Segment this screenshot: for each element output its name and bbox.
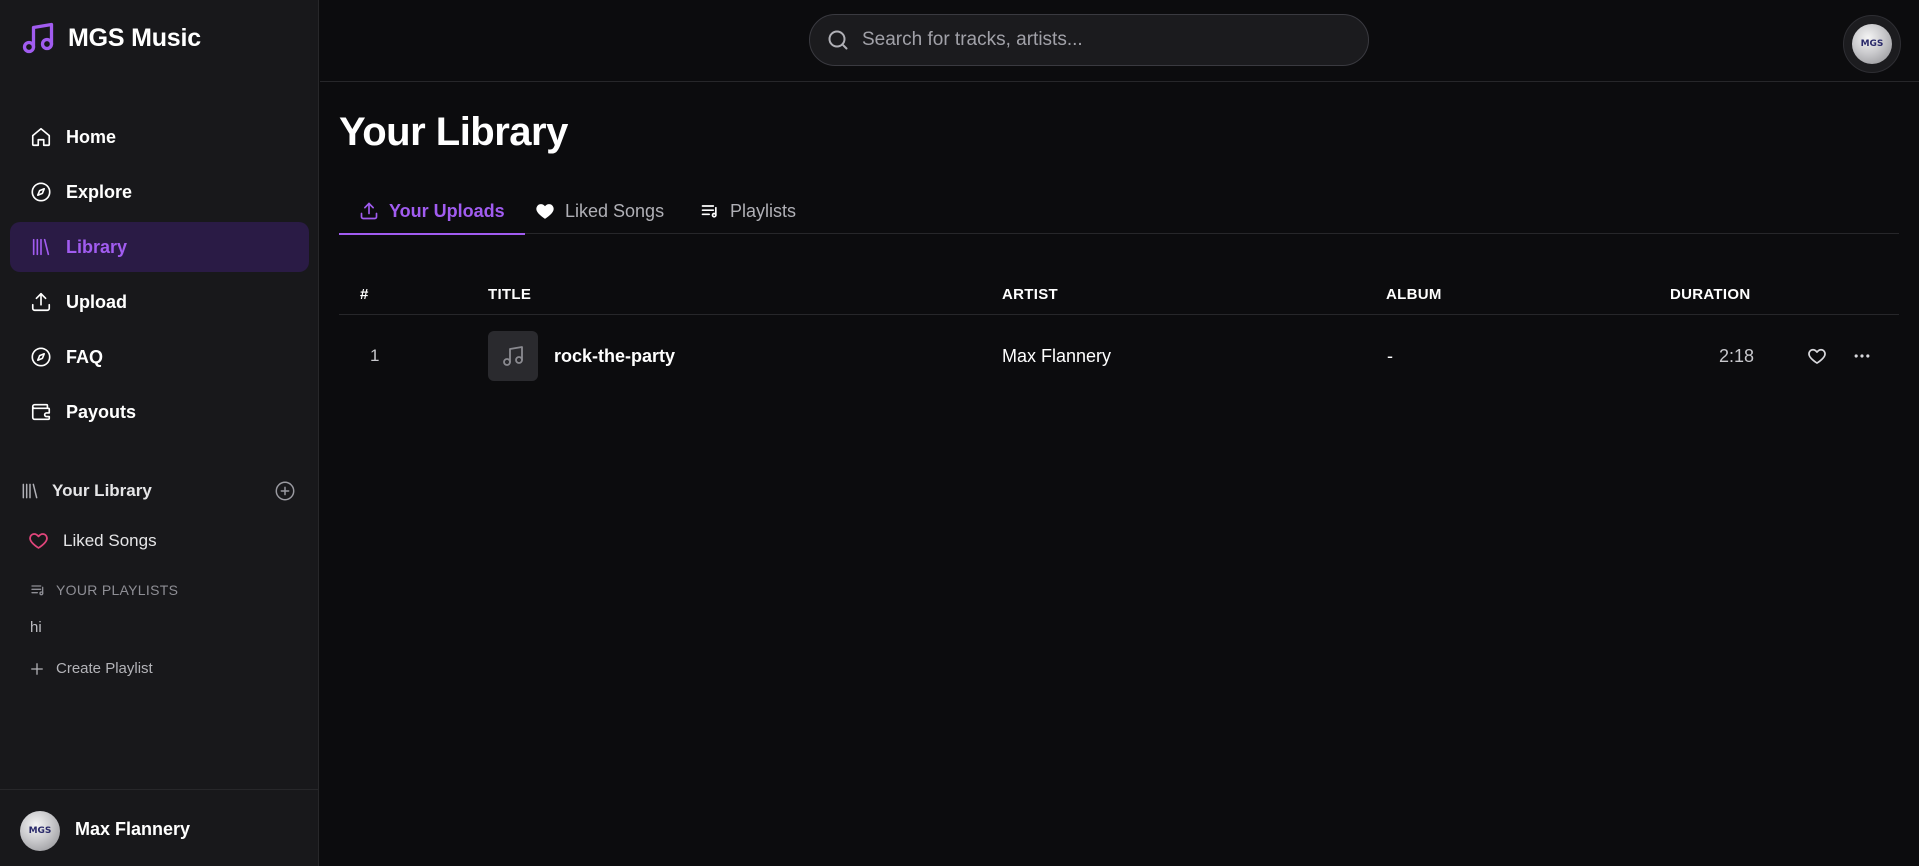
avatar-logo-text: MGS (28, 826, 52, 836)
library-icon (30, 236, 52, 258)
add-circle-icon[interactable] (274, 480, 296, 502)
nav-item-label: Payouts (66, 401, 137, 422)
playlist-icon (700, 201, 720, 221)
avatar: MGS (1852, 24, 1892, 64)
table-header: # TITLE ARTIST ALBUM DURATION (339, 276, 1899, 315)
nav-item-explore[interactable]: Explore (10, 167, 309, 217)
nav-item-upload[interactable]: Upload (10, 277, 309, 327)
home-icon (30, 126, 52, 148)
ellipsis-icon (1852, 346, 1872, 366)
like-button[interactable] (1807, 315, 1827, 397)
heart-icon (1807, 346, 1827, 366)
user-profile-footer[interactable]: MGS Max Flannery (0, 789, 319, 866)
track-album: - (1387, 345, 1393, 366)
nav-item-label: FAQ (66, 346, 104, 367)
library-icon (20, 481, 40, 501)
compass-icon (30, 181, 52, 203)
nav-item-label: Home (66, 126, 117, 147)
search-bar[interactable] (809, 14, 1369, 66)
header-artist: ARTIST (1002, 286, 1058, 303)
track-duration: 2:18 (1719, 345, 1755, 366)
wallet-icon (30, 401, 52, 423)
nav-item-label: Explore (66, 181, 133, 202)
upload-icon (30, 291, 52, 313)
header-title: TITLE (488, 286, 532, 303)
app-logo[interactable]: MGS Music (20, 20, 201, 56)
compass-icon (30, 346, 52, 368)
search-input[interactable] (862, 29, 1332, 51)
track-number: 1 (370, 346, 380, 365)
profile-menu-button[interactable]: MGS (1843, 15, 1901, 73)
track-artist[interactable]: Max Flannery (1002, 346, 1111, 367)
user-name: Max Flannery (75, 819, 191, 839)
tab-playlists[interactable]: Playlists (700, 188, 796, 234)
tracks-table: # TITLE ARTIST ALBUM DURATION 1 rock-the… (339, 276, 1899, 397)
app-title: MGS Music (68, 23, 201, 52)
liked-songs-label: Liked Songs (63, 530, 157, 550)
create-playlist-label: Create Playlist (56, 660, 153, 677)
search-icon (826, 28, 850, 52)
sidebar: MGS Music Home Explore Library Upload FA… (0, 0, 319, 866)
heart-icon (535, 201, 555, 221)
tab-label: Your Uploads (389, 200, 505, 221)
create-playlist-button[interactable]: Create Playlist (30, 660, 153, 677)
header-duration: DURATION (1670, 286, 1751, 303)
tab-label: Liked Songs (565, 200, 665, 221)
tab-your-uploads[interactable]: Your Uploads (339, 188, 525, 235)
tab-liked-songs[interactable]: Liked Songs (535, 188, 664, 234)
nav-item-faq[interactable]: FAQ (10, 332, 309, 382)
upload-icon (359, 201, 379, 221)
sidebar-playlist-item[interactable]: hi (30, 619, 42, 636)
nav-item-home[interactable]: Home (10, 112, 309, 162)
music-note-icon (501, 344, 525, 368)
your-playlists-label: YOUR PLAYLISTS (56, 582, 179, 598)
track-title[interactable]: rock-the-party (554, 346, 675, 367)
plus-icon (30, 662, 44, 676)
table-row[interactable]: 1 rock-the-party Max Flannery - 2:18 (339, 315, 1899, 397)
tab-label: Playlists (730, 200, 797, 221)
avatar: MGS (20, 811, 60, 851)
header-album: ALBUM (1386, 286, 1442, 303)
sidebar-library-header: Your Library (20, 478, 296, 504)
page-title: Your Library (339, 110, 568, 154)
nav-item-label: Upload (66, 291, 127, 312)
header-number: # (360, 286, 369, 303)
library-tabs: Your Uploads Liked Songs Playlists (339, 188, 1899, 235)
avatar-logo-text: MGS (1860, 39, 1884, 49)
sidebar-liked-songs[interactable]: Liked Songs (28, 530, 157, 551)
sidebar-library-title: Your Library (52, 481, 152, 500)
playlist-icon (30, 582, 46, 598)
top-bar: MGS (320, 0, 1919, 82)
music-note-icon (20, 20, 56, 56)
nav-item-library[interactable]: Library (10, 222, 309, 272)
heart-icon (28, 530, 49, 551)
your-playlists-heading: YOUR PLAYLISTS (30, 582, 178, 598)
more-options-button[interactable] (1852, 315, 1872, 397)
nav-item-label: Library (66, 236, 128, 257)
nav-item-payouts[interactable]: Payouts (10, 387, 309, 437)
track-cover (488, 331, 538, 381)
